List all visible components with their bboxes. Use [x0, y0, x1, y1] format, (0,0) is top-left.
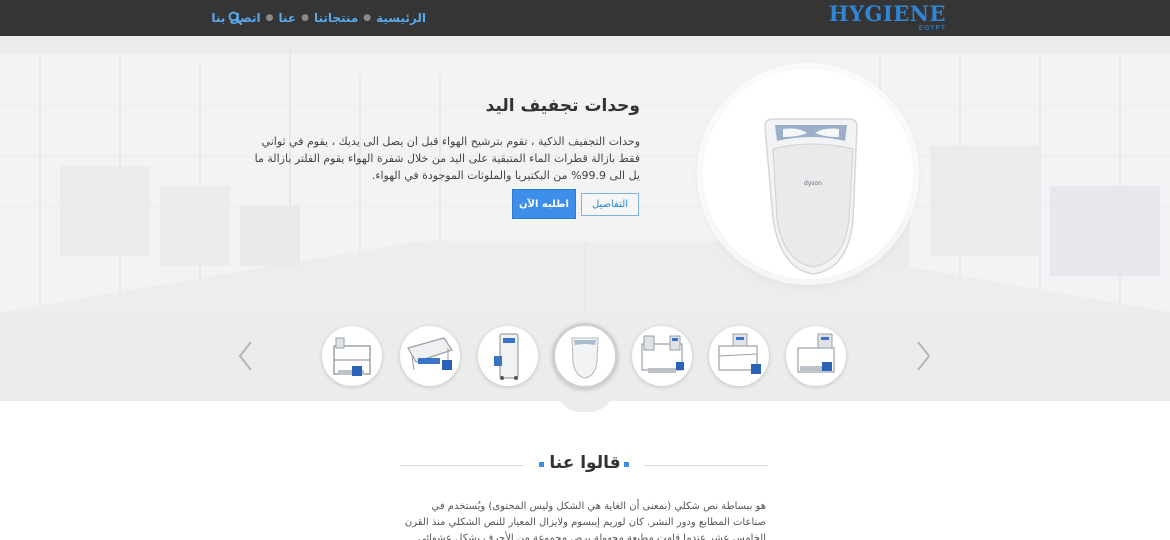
chevron-right-icon[interactable]	[916, 340, 932, 372]
chevron-left-icon[interactable]	[237, 340, 253, 372]
details-button[interactable]: التفاصيل	[581, 193, 639, 216]
dyson-badge: dyson	[804, 180, 822, 187]
carousel-thumb-sole-cleaning-machine[interactable]	[400, 326, 460, 386]
carousel-thumb-hygiene-station-sole-cleaner[interactable]	[322, 326, 382, 386]
logo-subtext: EGYPT	[918, 24, 946, 32]
hero-description: وحدات التجفيف الذكية ، تقوم بترشيح الهوا…	[254, 135, 640, 182]
hero-title: وحدات تجفيف اليد	[485, 96, 640, 116]
carousel-thumb-hand-disinfection-tower[interactable]	[478, 326, 538, 386]
order-now-button[interactable]: اطلبه الآن	[512, 189, 576, 219]
hygiene-logo[interactable]: HYGIENE EGYPT	[829, 2, 946, 33]
nav-separator: ●	[363, 13, 372, 23]
carousel-thumb-hygiene-station-turnstile[interactable]	[709, 326, 769, 386]
carousel-thumb-hygiene-station-compact[interactable]	[786, 326, 846, 386]
testimonial-text: هو ببساطة نص شكلي (بمعنى أن الغاية هي ال…	[404, 501, 766, 540]
logo-text: HYGIENE	[828, 1, 946, 26]
carousel-thumb-hand-dryer[interactable]	[552, 323, 618, 389]
top-navigation-bar: HYGIENE EGYPT الرئيسية ● منتجاتنا ● عنا …	[0, 0, 1170, 36]
section-divider-dot	[624, 462, 629, 467]
nav-separator: ●	[301, 13, 309, 23]
nav-about[interactable]: عنا	[279, 11, 297, 25]
main-nav: الرئيسية ● منتجاتنا ● عنا ● اتصل بنا	[211, 0, 426, 36]
nav-home[interactable]: الرئيسية	[376, 11, 426, 25]
section-divider-left	[400, 465, 524, 466]
nav-separator: ●	[265, 13, 274, 23]
hand-dryer-product-image: dyson	[703, 69, 913, 279]
hero-banner: وحدات تجفيف اليد وحدات التجفيف الذكية ، …	[0, 36, 1170, 312]
carousel-active-notch	[555, 386, 615, 412]
search-icon[interactable]	[228, 11, 242, 25]
carousel-thumb-hygiene-station-with-sinks[interactable]	[632, 326, 692, 386]
nav-products[interactable]: منتجاتنا	[314, 11, 358, 25]
section-divider-right	[644, 465, 768, 466]
